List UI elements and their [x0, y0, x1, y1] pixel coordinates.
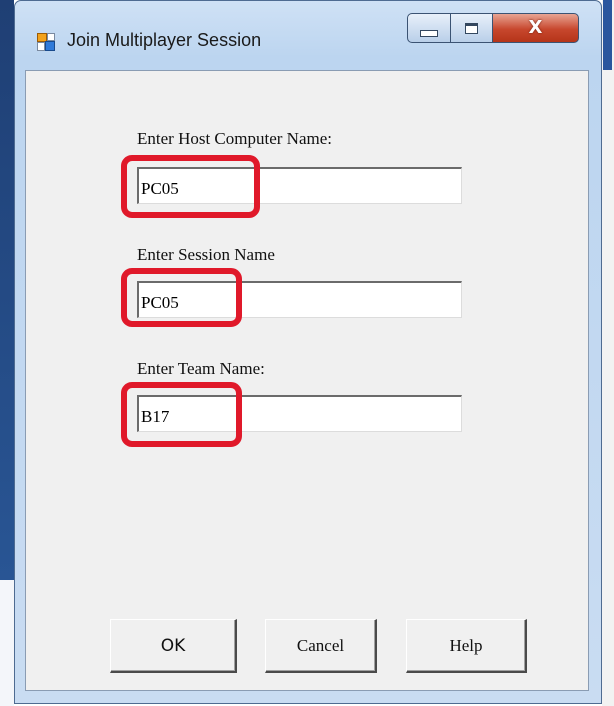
session-name-input[interactable] [137, 281, 462, 318]
background-window-edge-right [602, 0, 614, 706]
title-bar[interactable]: Join Multiplayer Session X [15, 1, 601, 71]
team-name-input[interactable] [137, 395, 462, 432]
minimize-icon [420, 29, 438, 37]
host-computer-name-input[interactable] [137, 167, 462, 204]
host-computer-name-label: Enter Host Computer Name: [137, 129, 332, 148]
join-multiplayer-dialog: Join Multiplayer Session X Enter Host Co… [14, 0, 602, 704]
dialog-client-area: Enter Host Computer Name: Enter Session … [25, 70, 589, 691]
help-button[interactable]: Help [406, 619, 527, 673]
ok-button[interactable]: OK [110, 619, 237, 673]
close-button[interactable]: X [492, 13, 579, 43]
minimize-button[interactable] [407, 13, 451, 43]
close-icon: X [528, 17, 543, 38]
window-title: Join Multiplayer Session [67, 30, 262, 50]
session-name-label: Enter Session Name [137, 245, 275, 264]
maximize-button[interactable] [450, 13, 493, 43]
background-window-edge-right-top [603, 0, 612, 70]
background-window-edge-lower [0, 580, 14, 706]
screen: Join Multiplayer Session X Enter Host Co… [0, 0, 614, 706]
cancel-button[interactable]: Cancel [265, 619, 377, 673]
maximize-icon [465, 22, 478, 34]
app-window-icon [37, 33, 55, 51]
team-name-label: Enter Team Name: [137, 359, 265, 378]
